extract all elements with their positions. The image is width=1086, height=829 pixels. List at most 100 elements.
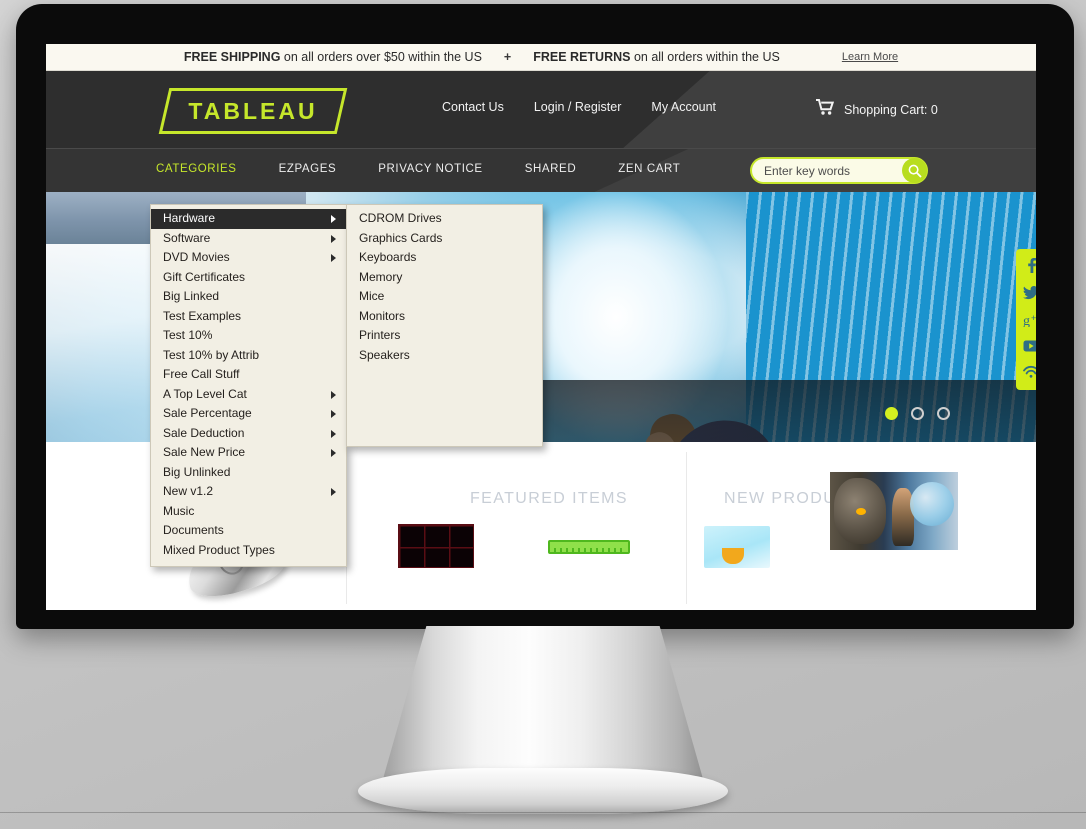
menu-item-sale-deduction[interactable]: Sale Deduction bbox=[151, 424, 346, 444]
learn-more-link[interactable]: Learn More bbox=[842, 51, 898, 63]
menu-item-a-top-level-cat[interactable]: A Top Level Cat bbox=[151, 385, 346, 405]
promo-separator: + bbox=[503, 50, 512, 64]
menu-item-new-v1-2[interactable]: New v1.2 bbox=[151, 482, 346, 502]
search-input[interactable] bbox=[764, 163, 894, 178]
main-navigation: CATEGORIES EZPAGES PRIVACY NOTICE SHARED… bbox=[46, 148, 1036, 192]
menu-item-label: Mixed Product Types bbox=[163, 542, 275, 557]
product-image-grid[interactable] bbox=[398, 524, 474, 568]
submenu-arrow-icon bbox=[331, 234, 336, 243]
submenu-item-memory[interactable]: Memory bbox=[347, 268, 542, 288]
facebook-icon[interactable] bbox=[1024, 257, 1036, 277]
free-shipping-rest: on all orders over $50 within the US bbox=[280, 50, 482, 64]
submenu-item-keyboards[interactable]: Keyboards bbox=[347, 248, 542, 268]
nav-item-categories[interactable]: CATEGORIES bbox=[156, 163, 237, 175]
product-image-dvd[interactable] bbox=[830, 472, 958, 550]
monitor-stand-neck bbox=[381, 626, 705, 786]
menu-item-hardware[interactable]: Hardware bbox=[151, 209, 346, 229]
menu-item-music[interactable]: Music bbox=[151, 502, 346, 522]
svg-text:+: + bbox=[1031, 313, 1036, 323]
hardware-submenu[interactable]: CDROM Drives Graphics Cards Keyboards Memor… bbox=[346, 204, 543, 447]
nav-item-list: CATEGORIES EZPAGES PRIVACY NOTICE SHARED… bbox=[156, 163, 680, 175]
menu-item-label: Sale Deduction bbox=[163, 425, 245, 440]
submenu-item-printers[interactable]: Printers bbox=[347, 326, 542, 346]
menu-item-label: Free Call Stuff bbox=[163, 367, 240, 381]
menu-item-big-linked[interactable]: Big Linked bbox=[151, 287, 346, 307]
nav-item-shared[interactable]: SHARED bbox=[525, 163, 577, 175]
menu-item-label: Big Unlinked bbox=[163, 464, 231, 479]
submenu-arrow-icon bbox=[331, 215, 336, 223]
dvd-art-eye bbox=[856, 508, 866, 515]
menu-item-documents[interactable]: Documents bbox=[151, 521, 346, 541]
nav-item-ezpages[interactable]: EZPAGES bbox=[279, 163, 337, 175]
free-shipping-text: FREE SHIPPING on all orders over $50 wit… bbox=[184, 50, 482, 64]
free-returns-text: FREE RETURNS on all orders within the US bbox=[533, 50, 780, 64]
promo-banner: FREE SHIPPING on all orders over $50 wit… bbox=[46, 44, 1036, 71]
submenu-arrow-icon bbox=[331, 449, 336, 457]
submenu-item-cdrom-drives[interactable]: CDROM Drives bbox=[347, 209, 542, 229]
submenu-arrow-icon bbox=[331, 410, 336, 418]
menu-item-test-examples[interactable]: Test Examples bbox=[151, 307, 346, 327]
menu-item-software[interactable]: Software bbox=[151, 229, 346, 249]
search-box[interactable] bbox=[750, 157, 928, 184]
header-link-login-register[interactable]: Login / Register bbox=[534, 100, 622, 114]
youtube-icon[interactable] bbox=[1023, 340, 1036, 356]
menu-item-label: Music bbox=[163, 503, 195, 518]
submenu-item-graphics-cards[interactable]: Graphics Cards bbox=[347, 229, 542, 249]
menu-item-free-call-stuff[interactable]: Free Call Stuff bbox=[151, 365, 346, 385]
menu-item-label: Big Linked bbox=[163, 289, 220, 303]
menu-item-mixed-product-types[interactable]: Mixed Product Types bbox=[151, 541, 346, 561]
categories-dropdown-menu[interactable]: Hardware Software DVD Movies Gift Certifica… bbox=[150, 204, 347, 567]
menu-item-sale-new-price[interactable]: Sale New Price bbox=[151, 443, 346, 463]
free-shipping-bold: FREE SHIPPING bbox=[183, 50, 281, 64]
featured-items-title: FEATURED ITEMS bbox=[470, 490, 628, 507]
search-icon[interactable] bbox=[902, 158, 927, 183]
carousel-dot-2[interactable] bbox=[911, 407, 924, 420]
desk-edge-line bbox=[0, 812, 1086, 813]
header-link-my-account[interactable]: My Account bbox=[651, 100, 716, 114]
hero-caption-overlay bbox=[538, 380, 1036, 442]
nav-item-privacy-notice[interactable]: PRIVACY NOTICE bbox=[378, 163, 482, 175]
menu-item-test-10-by-attrib[interactable]: Test 10% by Attrib bbox=[151, 346, 346, 366]
imac-monitor: FREE SHIPPING on all orders over $50 wit… bbox=[16, 4, 1074, 629]
menu-item-label: Test 10% bbox=[163, 328, 213, 342]
site-header: TABLEAU Contact Us Login / Register My A… bbox=[46, 71, 1036, 148]
nav-item-zen-cart[interactable]: ZEN CART bbox=[618, 163, 680, 175]
carousel-dot-1[interactable] bbox=[885, 407, 898, 420]
carousel-dots bbox=[885, 407, 950, 420]
free-returns-rest: on all orders within the US bbox=[630, 50, 780, 64]
carousel-dot-3[interactable] bbox=[937, 407, 950, 420]
twitter-icon[interactable] bbox=[1023, 286, 1036, 304]
shopping-cart-label: Shopping Cart: 0 bbox=[844, 102, 938, 117]
menu-item-big-unlinked[interactable]: Big Unlinked bbox=[151, 463, 346, 483]
menu-item-label: Software bbox=[163, 230, 211, 245]
shopping-cart-icon bbox=[816, 99, 835, 120]
submenu-arrow-icon bbox=[331, 390, 336, 399]
menu-item-sale-percentage[interactable]: Sale Percentage bbox=[151, 404, 346, 424]
google-plus-icon[interactable]: g + bbox=[1023, 313, 1037, 331]
menu-item-label: Hardware bbox=[163, 211, 216, 225]
submenu-item-speakers[interactable]: Speakers bbox=[347, 346, 542, 366]
menu-item-test-10[interactable]: Test 10% bbox=[151, 326, 346, 346]
header-link-contact-us[interactable]: Contact Us bbox=[442, 100, 504, 114]
submenu-item-mice[interactable]: Mice bbox=[347, 287, 542, 307]
menu-item-label: Test 10% by Attrib bbox=[163, 347, 260, 362]
submenu-arrow-icon bbox=[331, 254, 336, 262]
menu-item-label: Gift Certificates bbox=[163, 269, 246, 284]
svg-text:g: g bbox=[1023, 314, 1030, 327]
monitor-stand-base bbox=[358, 768, 728, 814]
column-separator-2 bbox=[686, 452, 687, 604]
submenu-arrow-icon bbox=[331, 488, 336, 496]
shopping-cart-button[interactable]: Shopping Cart: 0 bbox=[816, 99, 938, 120]
rss-icon[interactable] bbox=[1023, 365, 1036, 382]
product-image-card[interactable] bbox=[704, 526, 770, 568]
menu-item-dvd-movies[interactable]: DVD Movies bbox=[151, 248, 346, 268]
submenu-item-monitors[interactable]: Monitors bbox=[347, 307, 542, 327]
menu-item-label: Sale Percentage bbox=[163, 406, 252, 420]
menu-item-label: Sale New Price bbox=[163, 445, 246, 459]
menu-item-gift-certificates[interactable]: Gift Certificates bbox=[151, 268, 346, 288]
social-sidebar: g + bbox=[1016, 249, 1036, 390]
product-image-keyboard[interactable] bbox=[548, 540, 630, 554]
menu-item-label: DVD Movies bbox=[163, 250, 230, 264]
tableau-logo-text[interactable]: TABLEAU bbox=[164, 88, 342, 134]
screen-viewport: FREE SHIPPING on all orders over $50 wit… bbox=[46, 44, 1036, 610]
